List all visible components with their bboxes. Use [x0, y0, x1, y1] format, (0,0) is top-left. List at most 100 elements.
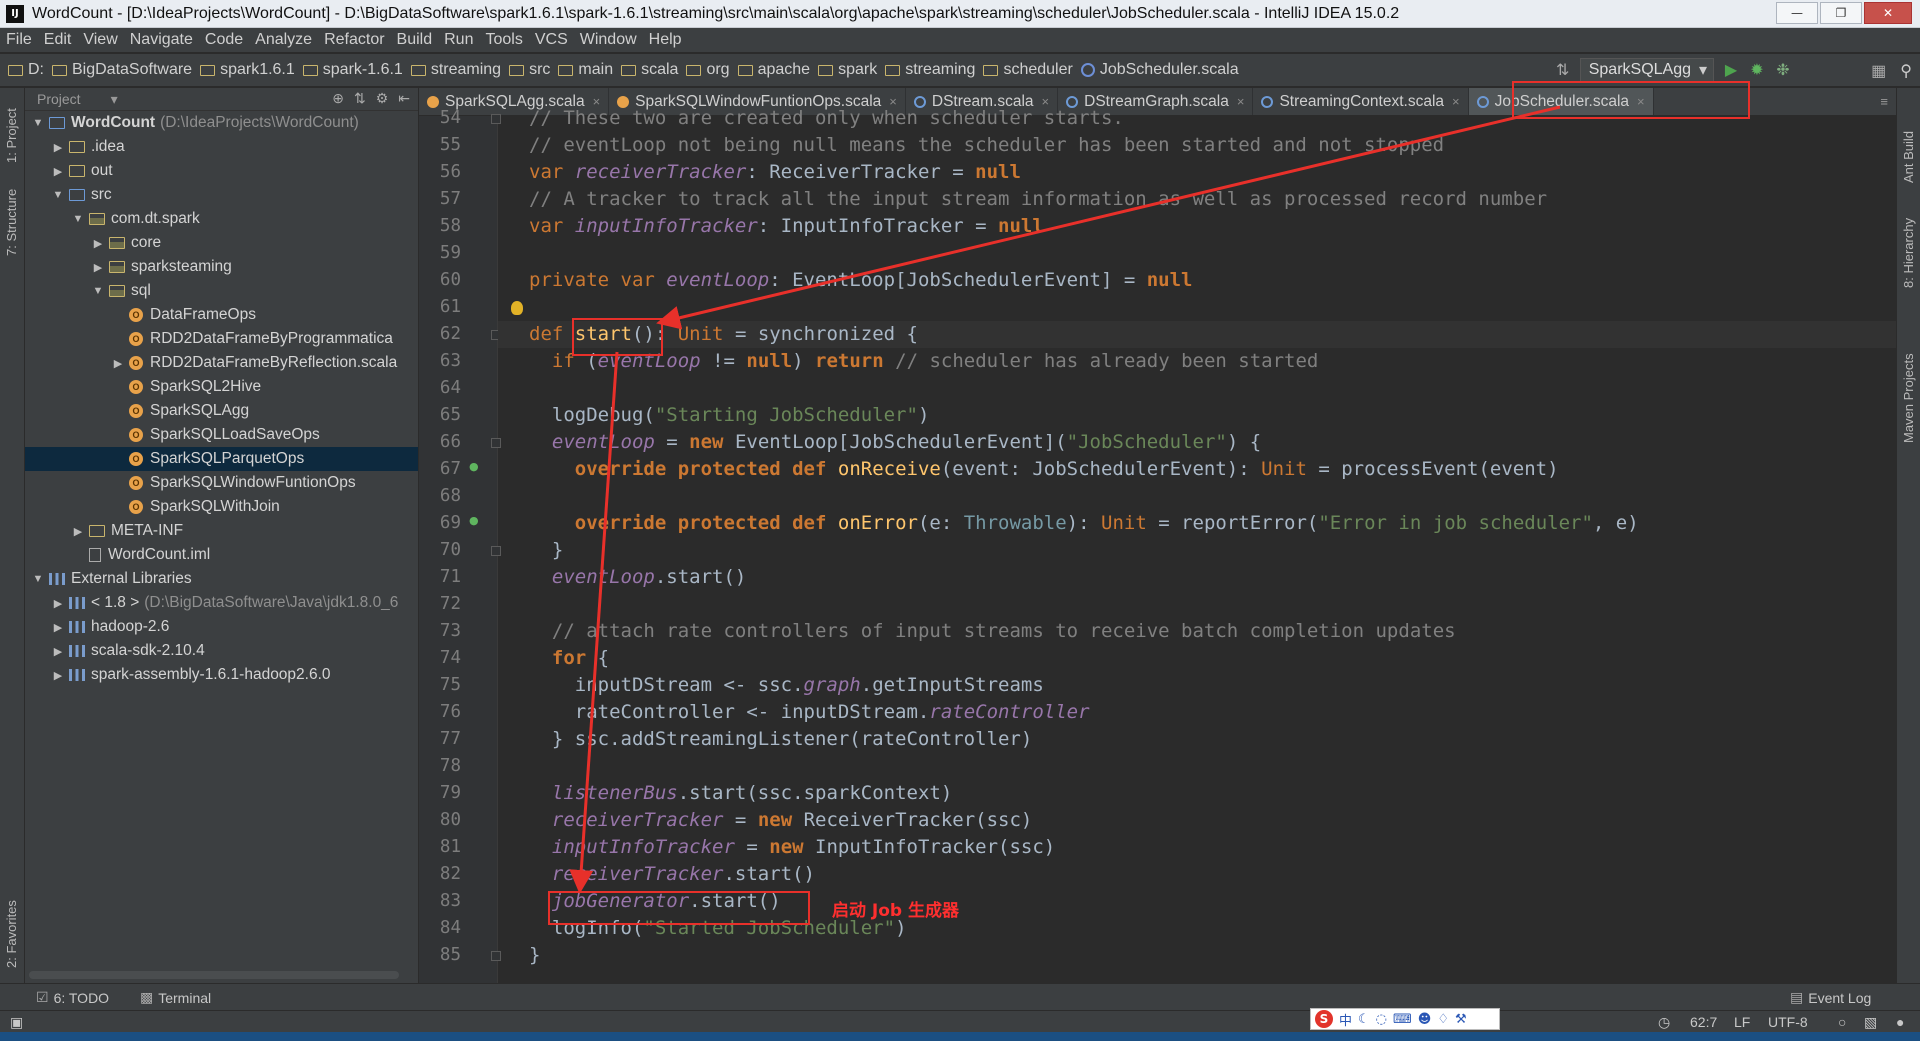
project-structure-icon[interactable]: ▦	[1871, 61, 1886, 81]
close-window-button[interactable]: ✕	[1864, 2, 1912, 24]
ant-build-tool-button[interactable]: Ant Build	[1901, 131, 1916, 183]
code-line[interactable]	[529, 294, 1869, 321]
collapsed-arrow-icon[interactable]: ▶	[51, 165, 65, 178]
horizontal-scrollbar[interactable]	[29, 971, 399, 979]
file-encoding[interactable]: UTF-8	[1768, 1014, 1808, 1030]
collapsed-arrow-icon[interactable]: ▶	[51, 597, 65, 610]
code-line[interactable]: private var eventLoop: EventLoop[JobSche…	[529, 267, 1869, 294]
line-number[interactable]: 67	[419, 456, 461, 483]
collapsed-arrow-icon[interactable]: ▶	[51, 669, 65, 682]
menu-navigate[interactable]: Navigate	[130, 31, 193, 49]
tree-item[interactable]: WordCount.iml	[25, 543, 418, 567]
collapsed-arrow-icon[interactable]: ▶	[51, 621, 65, 634]
code-line[interactable]	[529, 753, 1869, 780]
code-line[interactable]: for {	[529, 645, 1869, 672]
scroll-from-source-icon[interactable]: ⊕	[332, 90, 344, 107]
menu-build[interactable]: Build	[397, 31, 433, 49]
line-number[interactable]: 85	[419, 942, 461, 969]
code-line[interactable]: } ssc.addStreamingListener(rateControlle…	[529, 726, 1869, 753]
event-log-tool-button[interactable]: ▤ Event Log	[1790, 989, 1871, 1006]
line-number[interactable]: 74	[419, 645, 461, 672]
ime-punct-icon[interactable]: ◌	[1376, 1012, 1387, 1027]
hierarchy-tool-button[interactable]: 8: Hierarchy	[1901, 218, 1916, 288]
menu-analyze[interactable]: Analyze	[255, 31, 312, 49]
line-number[interactable]: 79	[419, 780, 461, 807]
menu-window[interactable]: Window	[580, 31, 637, 49]
maximize-button[interactable]: ❐	[1820, 2, 1862, 24]
menu-run[interactable]: Run	[444, 31, 473, 49]
line-number[interactable]: 72	[419, 591, 461, 618]
tree-item[interactable]: ▼ src	[25, 183, 418, 207]
minimize-button[interactable]: —	[1776, 2, 1818, 24]
line-number[interactable]: 54	[419, 105, 461, 132]
tree-item[interactable]: ▶ out	[25, 159, 418, 183]
tree-item[interactable]: O SparkSQLWithJoin	[25, 495, 418, 519]
expanded-arrow-icon[interactable]: ▼	[31, 573, 45, 585]
view-dropdown-icon[interactable]: ▾	[111, 91, 118, 108]
code-line[interactable]: var receiverTracker: ReceiverTracker = n…	[529, 159, 1869, 186]
menu-tools[interactable]: Tools	[485, 31, 522, 49]
line-separator[interactable]: LF	[1734, 1014, 1750, 1030]
line-number[interactable]: 56	[419, 159, 461, 186]
structure-tool-button[interactable]: 7: Structure	[4, 189, 19, 256]
override-marker-icon[interactable]: ●	[469, 460, 479, 473]
breadcrumb-item[interactable]: apache	[737, 61, 810, 79]
line-number[interactable]: 77	[419, 726, 461, 753]
tree-item[interactable]: ▶ O RDD2DataFrameByReflection.scala	[25, 351, 418, 375]
settings-gear-icon[interactable]: ⚙	[376, 90, 389, 107]
tree-item[interactable]: ▶ < 1.8 > (D:\BigDataSoftware\Java\jdk1.8.…	[25, 591, 418, 615]
intention-bulb-icon[interactable]	[511, 301, 523, 315]
build-icon[interactable]: ⇅	[1554, 61, 1572, 79]
expanded-arrow-icon[interactable]: ▼	[51, 189, 65, 201]
line-number[interactable]: 62	[419, 321, 461, 348]
tab-list-icon[interactable]: ≡	[1880, 94, 1888, 109]
breadcrumb-item[interactable]: JobScheduler.scala	[1080, 61, 1239, 79]
ime-chinese-icon[interactable]: 中	[1339, 1010, 1352, 1029]
debug-icon[interactable]: ✹	[1748, 61, 1766, 79]
tree-item[interactable]: ▼ com.dt.spark	[25, 207, 418, 231]
tree-item[interactable]: ▶ core	[25, 231, 418, 255]
breadcrumb-item[interactable]: BigDataSoftware	[52, 61, 192, 79]
code-line[interactable]	[529, 591, 1869, 618]
collapsed-arrow-icon[interactable]: ▶	[91, 261, 105, 274]
menu-view[interactable]: View	[83, 31, 117, 49]
expanded-arrow-icon[interactable]: ▼	[71, 213, 85, 225]
menu-vcs[interactable]: VCS	[535, 31, 568, 49]
code-line[interactable]: var inputInfoTracker: InputInfoTracker =…	[529, 213, 1869, 240]
collapsed-arrow-icon[interactable]: ▶	[71, 525, 85, 538]
breadcrumb-item[interactable]: main	[558, 61, 613, 79]
line-number[interactable]: 71	[419, 564, 461, 591]
line-number[interactable]: 82	[419, 861, 461, 888]
tree-item[interactable]: ▼ External Libraries	[25, 567, 418, 591]
line-number[interactable]: 81	[419, 834, 461, 861]
line-number[interactable]: 57	[419, 186, 461, 213]
menu-refactor[interactable]: Refactor	[324, 31, 384, 49]
line-number[interactable]: 83	[419, 888, 461, 915]
tree-item[interactable]: ▶ META-INF	[25, 519, 418, 543]
code-line[interactable]: listenerBus.start(ssc.sparkContext)	[529, 780, 1869, 807]
tree-item[interactable]: O SparkSQLParquetOps	[25, 447, 418, 471]
breadcrumb-item[interactable]: streaming	[410, 61, 501, 79]
line-number[interactable]: 70	[419, 537, 461, 564]
tree-item[interactable]: ▶ scala-sdk-2.10.4	[25, 639, 418, 663]
line-number[interactable]: 73	[419, 618, 461, 645]
tree-item[interactable]: O SparkSQLWindowFuntionOps	[25, 471, 418, 495]
code-line[interactable]: logDebug("Starting JobScheduler")	[529, 402, 1869, 429]
ime-tools-icon[interactable]: ⚒	[1455, 1012, 1467, 1027]
tree-item[interactable]: ▶ spark-assembly-1.6.1-hadoop2.6.0	[25, 663, 418, 687]
breadcrumb-item[interactable]: org	[686, 61, 730, 79]
search-icon[interactable]: ⚲	[1900, 61, 1912, 81]
breadcrumb-item[interactable]: spark	[818, 61, 877, 79]
line-number[interactable]: 69	[419, 510, 461, 537]
memory-indicator-icon[interactable]: ●	[1896, 1014, 1904, 1030]
code-line[interactable]: // attach rate controllers of input stre…	[529, 618, 1869, 645]
line-number[interactable]: 66	[419, 429, 461, 456]
breadcrumb-item[interactable]: spark-1.6.1	[302, 61, 403, 79]
line-number[interactable]: 63	[419, 348, 461, 375]
tree-item[interactable]: O RDD2DataFrameByProgrammatica	[25, 327, 418, 351]
line-number[interactable]: 75	[419, 672, 461, 699]
project-panel-title[interactable]: Project	[37, 91, 81, 107]
collapse-all-icon[interactable]: ⇅	[354, 90, 366, 107]
code-line[interactable]: // These two are created only when sched…	[529, 105, 1869, 132]
run-config-select[interactable]: SparkSQLAgg	[1579, 58, 1714, 82]
